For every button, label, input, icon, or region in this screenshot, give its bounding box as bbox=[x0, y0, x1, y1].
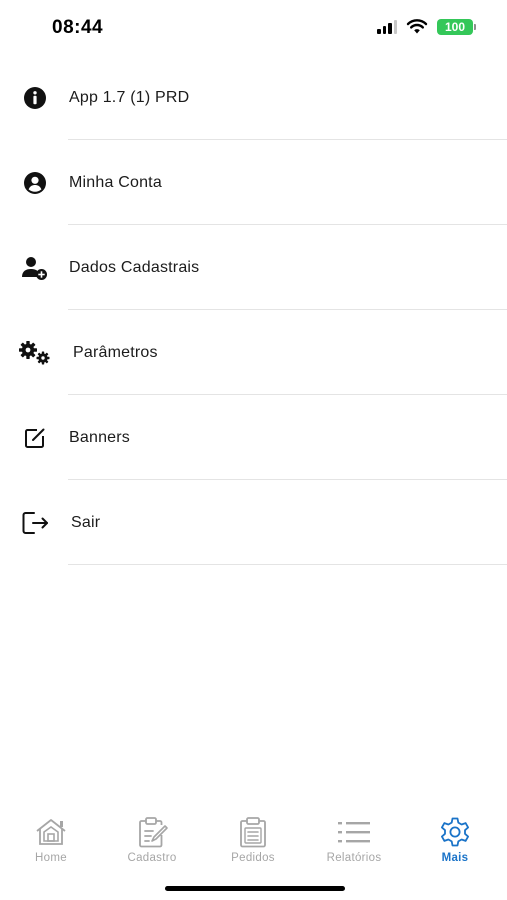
gear-icon bbox=[437, 816, 473, 848]
menu-item-label: Banners bbox=[69, 428, 130, 446]
cellular-signal-icon bbox=[377, 20, 397, 34]
tab-label: Home bbox=[35, 852, 67, 864]
gears-icon bbox=[18, 339, 52, 367]
menu-item-label: Dados Cadastrais bbox=[69, 258, 200, 276]
tab-home[interactable]: Home bbox=[6, 816, 96, 864]
tab-pedidos[interactable]: Pedidos bbox=[208, 816, 298, 864]
menu-item-label: App 1.7 (1) PRD bbox=[69, 88, 190, 106]
tab-relatorios[interactable]: Relatórios bbox=[309, 816, 399, 864]
list-icon bbox=[336, 816, 372, 848]
clipboard-edit-icon bbox=[134, 816, 170, 848]
clipboard-list-icon bbox=[235, 816, 271, 848]
home-icon bbox=[33, 816, 69, 848]
tab-label: Pedidos bbox=[231, 852, 275, 864]
tab-cadastro[interactable]: Cadastro bbox=[107, 816, 197, 864]
tab-mais[interactable]: Mais bbox=[410, 816, 500, 864]
status-time: 08:44 bbox=[52, 17, 104, 38]
menu-item-app-version[interactable]: App 1.7 (1) PRD bbox=[0, 55, 507, 140]
status-indicators: 100 bbox=[377, 19, 476, 35]
tab-label: Mais bbox=[441, 852, 469, 864]
menu-item-label: Minha Conta bbox=[69, 173, 162, 191]
logout-icon bbox=[20, 509, 52, 537]
menu-item-parametros[interactable]: Parâmetros bbox=[0, 310, 507, 395]
home-indicator[interactable] bbox=[165, 886, 345, 891]
menu-item-label: Sair bbox=[71, 513, 101, 531]
user-circle-icon bbox=[21, 169, 49, 197]
menu-item-banners[interactable]: Banners bbox=[0, 395, 507, 480]
user-plus-icon bbox=[21, 254, 49, 282]
wifi-icon bbox=[406, 19, 428, 34]
menu-item-sair[interactable]: Sair bbox=[0, 480, 507, 565]
tab-label: Cadastro bbox=[127, 852, 177, 864]
edit-square-icon bbox=[21, 424, 49, 452]
info-circle-icon bbox=[21, 84, 49, 112]
status-bar: 08:44 100 bbox=[0, 0, 507, 58]
battery-icon: 100 bbox=[437, 19, 476, 35]
menu-item-dados-cadastrais[interactable]: Dados Cadastrais bbox=[0, 225, 507, 310]
separator bbox=[68, 564, 507, 565]
menu-item-label: Parâmetros bbox=[73, 343, 158, 361]
more-menu: App 1.7 (1) PRD Minha Conta Dados Cadast… bbox=[0, 55, 507, 565]
tab-label: Relatórios bbox=[326, 852, 382, 864]
menu-item-minha-conta[interactable]: Minha Conta bbox=[0, 140, 507, 225]
